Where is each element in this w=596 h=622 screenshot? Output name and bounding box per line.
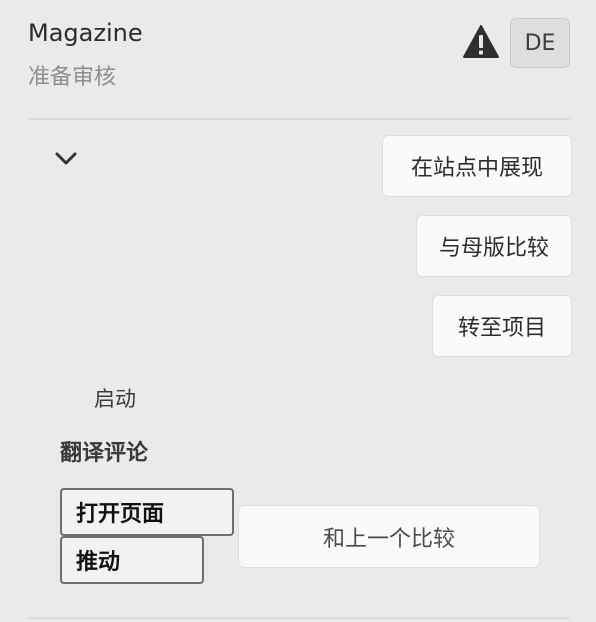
view-in-site-button[interactable]: 在站点中展现 bbox=[382, 135, 572, 197]
translation-review-heading: 翻译评论 bbox=[60, 441, 149, 466]
open-page-button[interactable]: 打开页面 bbox=[60, 488, 234, 536]
compare-with-master-button[interactable]: 与母版比较 bbox=[416, 215, 572, 277]
status-label: 准备审核 bbox=[28, 65, 117, 90]
divider bbox=[28, 617, 570, 619]
launch-label: 启动 bbox=[94, 387, 136, 411]
compare-with-previous-button[interactable]: 和上一个比较 bbox=[238, 505, 540, 568]
promote-button[interactable]: 推动 bbox=[60, 536, 204, 584]
chevron-down-icon[interactable] bbox=[54, 150, 78, 168]
language-badge[interactable]: DE bbox=[510, 18, 570, 68]
warning-icon bbox=[463, 25, 499, 58]
divider bbox=[28, 118, 570, 120]
page-title: Magazine bbox=[28, 19, 143, 47]
go-to-project-button[interactable]: 转至项目 bbox=[432, 295, 572, 357]
